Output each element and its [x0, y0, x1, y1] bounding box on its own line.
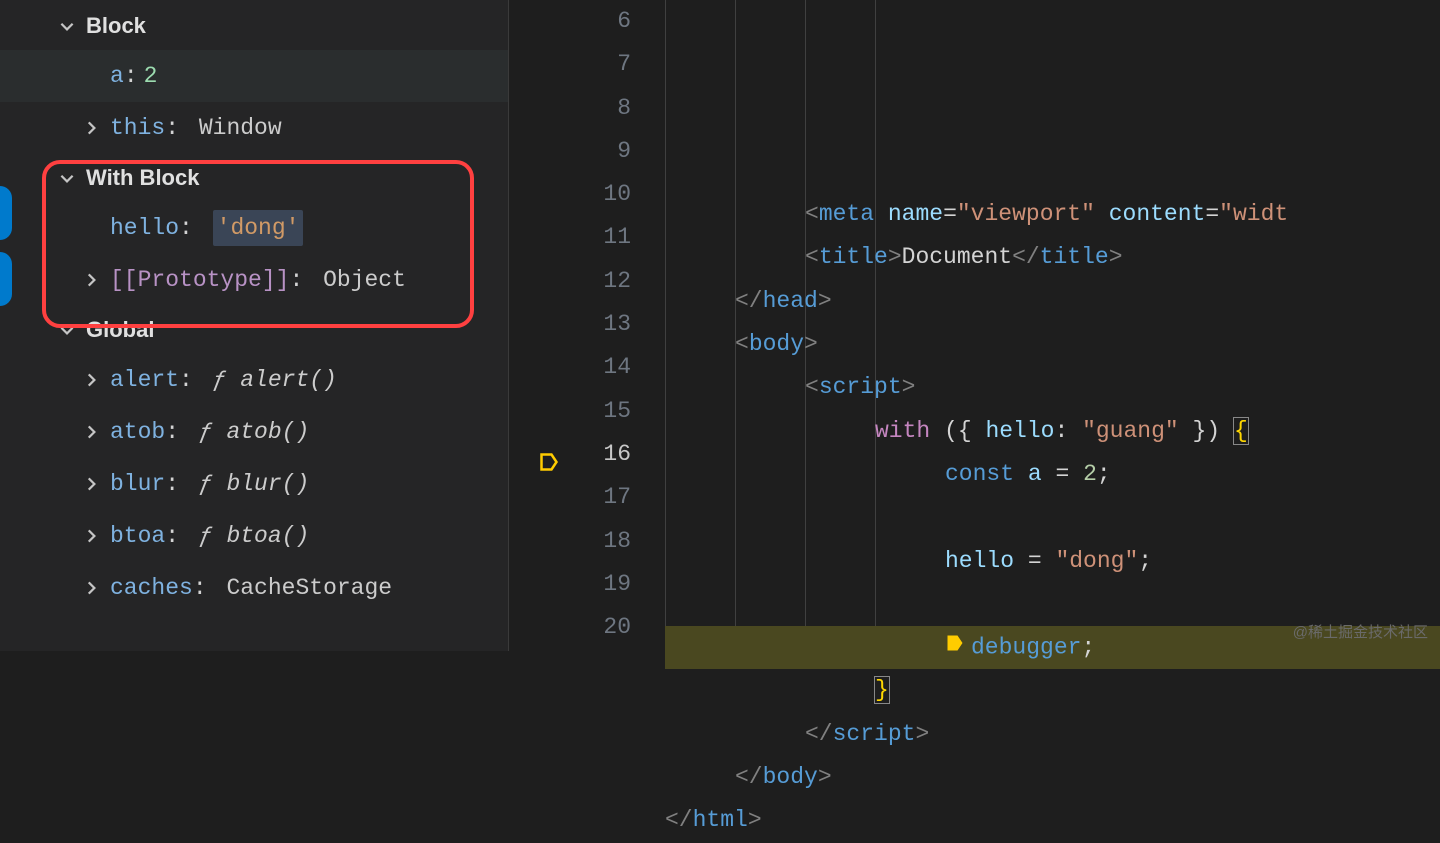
chevron-right-icon — [80, 579, 102, 597]
scope-label: Global — [86, 315, 154, 346]
chevron-down-icon — [56, 17, 78, 35]
breakpoint-icon[interactable] — [539, 445, 559, 465]
variable-row-this[interactable]: this: Window — [0, 102, 508, 154]
variable-name: hello — [110, 212, 179, 244]
variable-name: a — [110, 60, 124, 92]
variable-name: btoa — [110, 520, 165, 552]
variable-row-blur[interactable]: blur: ƒ blur() — [0, 458, 508, 510]
chevron-down-icon — [56, 321, 78, 339]
variable-row-prototype[interactable]: [[Prototype]]: Object — [0, 254, 508, 306]
variable-name: atob — [110, 416, 165, 448]
scope-header-with-block[interactable]: With Block — [0, 154, 508, 202]
code-line[interactable]: with ({ hello: "guang" }) { — [665, 410, 1440, 453]
line-number: 20 — [509, 606, 649, 649]
variables-sidebar: Block a: 2 this: Window With Block hello… — [0, 0, 508, 651]
variable-name: [[Prototype]] — [110, 264, 289, 296]
variable-row-alert[interactable]: alert: ƒ alert() — [0, 354, 508, 406]
line-number: 19 — [509, 563, 649, 606]
variable-value: ƒ alert() — [213, 364, 337, 396]
code-content[interactable]: <meta name="viewport" content="widt<titl… — [649, 0, 1440, 651]
line-number: 8 — [509, 87, 649, 130]
variable-name: caches — [110, 572, 193, 604]
chevron-down-icon — [56, 169, 78, 187]
scope-label: With Block — [86, 163, 199, 194]
code-line[interactable]: <script> — [665, 366, 1440, 409]
line-number: 14 — [509, 346, 649, 389]
line-number: 18 — [509, 520, 649, 563]
chevron-right-icon — [80, 527, 102, 545]
code-line[interactable]: </script> — [665, 713, 1440, 756]
gutter-marker — [0, 252, 12, 306]
variable-row-atob[interactable]: atob: ƒ atob() — [0, 406, 508, 458]
variable-row-btoa[interactable]: btoa: ƒ btoa() — [0, 510, 508, 562]
watermark-text: @稀土掘金技术社区 — [1293, 622, 1428, 643]
code-editor[interactable]: 6 7 8 9 10 11 12 13 14 15 16 17 18 19 20… — [508, 0, 1440, 651]
line-number: 12 — [509, 260, 649, 303]
variable-name: this — [110, 112, 165, 144]
step-arrow-icon — [945, 626, 965, 669]
line-number: 7 — [509, 43, 649, 86]
line-number: 17 — [509, 476, 649, 519]
code-line[interactable]: </html> — [665, 799, 1440, 842]
variable-row-caches[interactable]: caches: CacheStorage — [0, 562, 508, 614]
line-number: 6 — [509, 0, 649, 43]
code-line[interactable]: } — [665, 669, 1440, 712]
variable-value: ƒ btoa() — [199, 520, 309, 552]
code-line[interactable]: hello = "dong"; — [665, 540, 1440, 583]
variable-value: 'dong' — [213, 210, 304, 246]
variable-name: alert — [110, 364, 179, 396]
line-number: 11 — [509, 216, 649, 259]
line-number: 9 — [509, 130, 649, 173]
variable-value: 2 — [144, 60, 158, 92]
code-line[interactable]: <title>Document</title> — [665, 236, 1440, 279]
code-line[interactable] — [665, 496, 1440, 539]
scope-header-block[interactable]: Block — [0, 2, 508, 50]
gutter-marker — [0, 186, 12, 240]
line-number-gutter: 6 7 8 9 10 11 12 13 14 15 16 17 18 19 20 — [509, 0, 649, 651]
variable-value: Object — [323, 264, 406, 296]
variable-name: blur — [110, 468, 165, 500]
scope-label: Block — [86, 11, 146, 42]
line-number: 16 — [509, 433, 649, 476]
code-line[interactable] — [665, 583, 1440, 626]
code-line[interactable]: <meta name="viewport" content="widt — [665, 193, 1440, 236]
variable-row-hello[interactable]: hello: 'dong' — [0, 202, 508, 254]
code-line[interactable]: <body> — [665, 323, 1440, 366]
code-line[interactable]: </body> — [665, 756, 1440, 799]
line-number: 15 — [509, 390, 649, 433]
code-line[interactable]: const a = 2; — [665, 453, 1440, 496]
variable-row-a[interactable]: a: 2 — [0, 50, 508, 102]
line-number: 13 — [509, 303, 649, 346]
chevron-right-icon — [80, 271, 102, 289]
variable-value: Window — [199, 112, 282, 144]
code-line[interactable]: </head> — [665, 280, 1440, 323]
variable-value: CacheStorage — [226, 572, 392, 604]
chevron-right-icon — [80, 119, 102, 137]
chevron-right-icon — [80, 371, 102, 389]
line-number: 10 — [509, 173, 649, 216]
chevron-right-icon — [80, 423, 102, 441]
chevron-right-icon — [80, 475, 102, 493]
variable-value: ƒ blur() — [199, 468, 309, 500]
scope-header-global[interactable]: Global — [0, 306, 508, 354]
variable-value: ƒ atob() — [199, 416, 309, 448]
